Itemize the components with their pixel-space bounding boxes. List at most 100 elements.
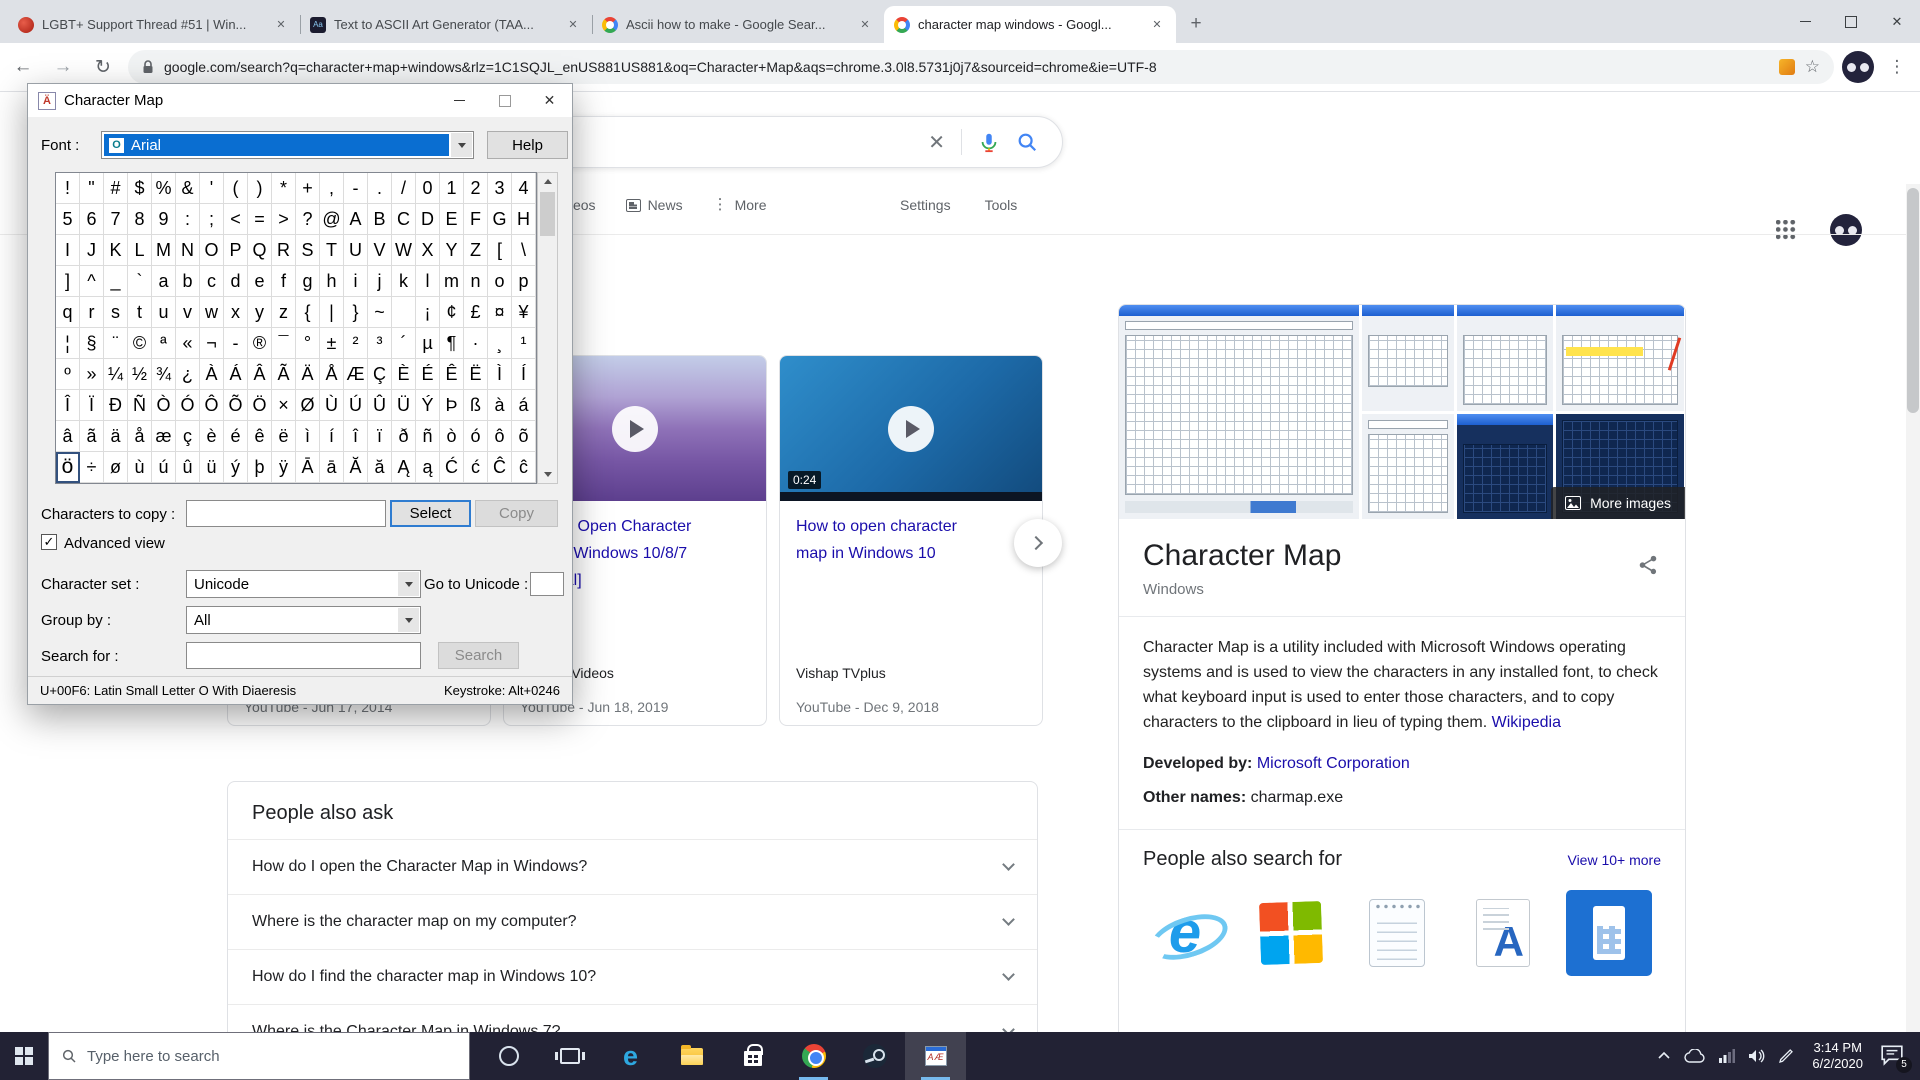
- charmap-cell[interactable]: ÷: [80, 452, 104, 483]
- charmap-cell[interactable]: ö: [56, 452, 80, 483]
- browser-minimize-button[interactable]: [1782, 0, 1828, 43]
- charmap-titlebar[interactable]: Ä Character Map ✕: [28, 84, 572, 117]
- charmap-cell[interactable]: á: [512, 390, 536, 421]
- charmap-cell[interactable]: q: [56, 297, 80, 328]
- back-button[interactable]: ←: [6, 50, 40, 84]
- charmap-cell[interactable]: Å: [320, 359, 344, 390]
- charmap-cell[interactable]: r: [80, 297, 104, 328]
- tab-close-icon[interactable]: ✕: [1148, 16, 1166, 34]
- charmap-cell[interactable]: µ: [416, 328, 440, 359]
- charmap-cell[interactable]: Ø: [296, 390, 320, 421]
- charmap-cell[interactable]: k: [392, 266, 416, 297]
- charmap-cell[interactable]: P: [224, 235, 248, 266]
- charmap-cell[interactable]: É: [416, 359, 440, 390]
- charmap-cell[interactable]: ª: [152, 328, 176, 359]
- charmap-cell[interactable]: [392, 297, 416, 328]
- charmap-cell[interactable]: n: [464, 266, 488, 297]
- charmap-cell[interactable]: 5: [56, 204, 80, 235]
- charmap-cell[interactable]: [: [488, 235, 512, 266]
- charmap-cell[interactable]: Þ: [440, 390, 464, 421]
- voice-search-icon[interactable]: [978, 130, 1000, 154]
- charmap-cell[interactable]: »: [80, 359, 104, 390]
- charmap-cell[interactable]: À: [200, 359, 224, 390]
- url-text[interactable]: google.com/search?q=character+map+window…: [164, 59, 1769, 75]
- charmap-cell[interactable]: x: [224, 297, 248, 328]
- volume-icon[interactable]: [1748, 1049, 1766, 1063]
- charmap-cell[interactable]: ³: [368, 328, 392, 359]
- charmap-cell[interactable]: ¼: [104, 359, 128, 390]
- charmap-cell[interactable]: :: [176, 204, 200, 235]
- charmap-cell[interactable]: Ã: [272, 359, 296, 390]
- charmap-cell[interactable]: 3: [488, 173, 512, 204]
- network-icon[interactable]: [1719, 1049, 1735, 1063]
- charmap-search-button[interactable]: Search: [438, 642, 519, 669]
- charmap-cell[interactable]: G: [488, 204, 512, 235]
- charmap-cell[interactable]: ×: [272, 390, 296, 421]
- charmap-cell[interactable]: h: [320, 266, 344, 297]
- view-more-link[interactable]: View 10+ more: [1567, 852, 1661, 868]
- psf-item-calculator[interactable]: [1563, 887, 1655, 979]
- charmap-cell[interactable]: Í: [512, 359, 536, 390]
- charmap-cell[interactable]: Ć: [440, 452, 464, 483]
- charmap-cell[interactable]: ¯: [272, 328, 296, 359]
- charmap-cell[interactable]: `: [128, 266, 152, 297]
- charmap-cell[interactable]: à: [488, 390, 512, 421]
- charmap-cell[interactable]: 2: [464, 173, 488, 204]
- charmap-cell[interactable]: æ: [152, 421, 176, 452]
- charmap-cell[interactable]: â: [56, 421, 80, 452]
- charmap-cell[interactable]: %: [152, 173, 176, 204]
- charmap-cell[interactable]: Ù: [320, 390, 344, 421]
- charmap-cell[interactable]: ă: [368, 452, 392, 483]
- paa-question[interactable]: How do I open the Character Map in Windo…: [228, 839, 1037, 894]
- charmap-cell[interactable]: °: [296, 328, 320, 359]
- charmap-cell[interactable]: Ü: [392, 390, 416, 421]
- charmap-cell[interactable]: 0: [416, 173, 440, 204]
- start-button[interactable]: [0, 1032, 48, 1080]
- refresh-button[interactable]: ↻: [86, 50, 120, 84]
- charmap-cell[interactable]: D: [416, 204, 440, 235]
- tray-expand-icon[interactable]: [1657, 1051, 1671, 1061]
- browser-tab[interactable]: Text to ASCII Art Generator (TAA...✕: [300, 6, 592, 43]
- charmap-cell[interactable]: ': [200, 173, 224, 204]
- dropdown-arrow-icon[interactable]: [451, 133, 472, 157]
- search-icon[interactable]: [1016, 131, 1038, 153]
- charmap-cell[interactable]: ¦: [56, 328, 80, 359]
- charmap-cell[interactable]: ?: [296, 204, 320, 235]
- charmap-cell[interactable]: 1: [440, 173, 464, 204]
- charmap-cell[interactable]: B: [368, 204, 392, 235]
- charmap-cell[interactable]: X: [416, 235, 440, 266]
- charmap-cell[interactable]: ä: [104, 421, 128, 452]
- group-by-dropdown[interactable]: All: [186, 606, 421, 634]
- charmap-cell[interactable]: ~: [368, 297, 392, 328]
- charmap-cell[interactable]: ´: [392, 328, 416, 359]
- charmap-cell[interactable]: ã: [80, 421, 104, 452]
- charmap-cell[interactable]: g: [296, 266, 320, 297]
- forward-button[interactable]: →: [46, 50, 80, 84]
- charmap-scrollbar[interactable]: [537, 172, 558, 484]
- charmap-cell[interactable]: £: [464, 297, 488, 328]
- go-to-unicode-input[interactable]: [530, 572, 564, 596]
- charmap-cell[interactable]: j: [368, 266, 392, 297]
- charmap-cell[interactable]: «: [176, 328, 200, 359]
- charmap-cell[interactable]: a: [152, 266, 176, 297]
- charmap-cell[interactable]: Ç: [368, 359, 392, 390]
- browser-tab[interactable]: Ascii how to make - Google Sear...✕: [592, 6, 884, 43]
- charmap-cell[interactable]: Æ: [344, 359, 368, 390]
- charmap-cell[interactable]: i: [344, 266, 368, 297]
- taskbar-search-box[interactable]: Type here to search: [48, 1032, 470, 1080]
- charmap-cell[interactable]: ë: [272, 421, 296, 452]
- charmap-cell[interactable]: m: [440, 266, 464, 297]
- charmap-cell[interactable]: Ô: [200, 390, 224, 421]
- charmap-cell[interactable]: ;: [200, 204, 224, 235]
- charmap-cell[interactable]: =: [248, 204, 272, 235]
- charmap-cell[interactable]: 6: [80, 204, 104, 235]
- charmap-cell[interactable]: +: [296, 173, 320, 204]
- font-dropdown[interactable]: O Arial: [101, 131, 474, 159]
- charmap-cell[interactable]: í: [320, 421, 344, 452]
- browser-maximize-button[interactable]: [1828, 0, 1874, 43]
- charmap-cell[interactable]: Á: [224, 359, 248, 390]
- charmap-cell[interactable]: ý: [224, 452, 248, 483]
- charmap-cell[interactable]: ù: [128, 452, 152, 483]
- charmap-cell[interactable]: b: [176, 266, 200, 297]
- select-button[interactable]: Select: [390, 500, 471, 527]
